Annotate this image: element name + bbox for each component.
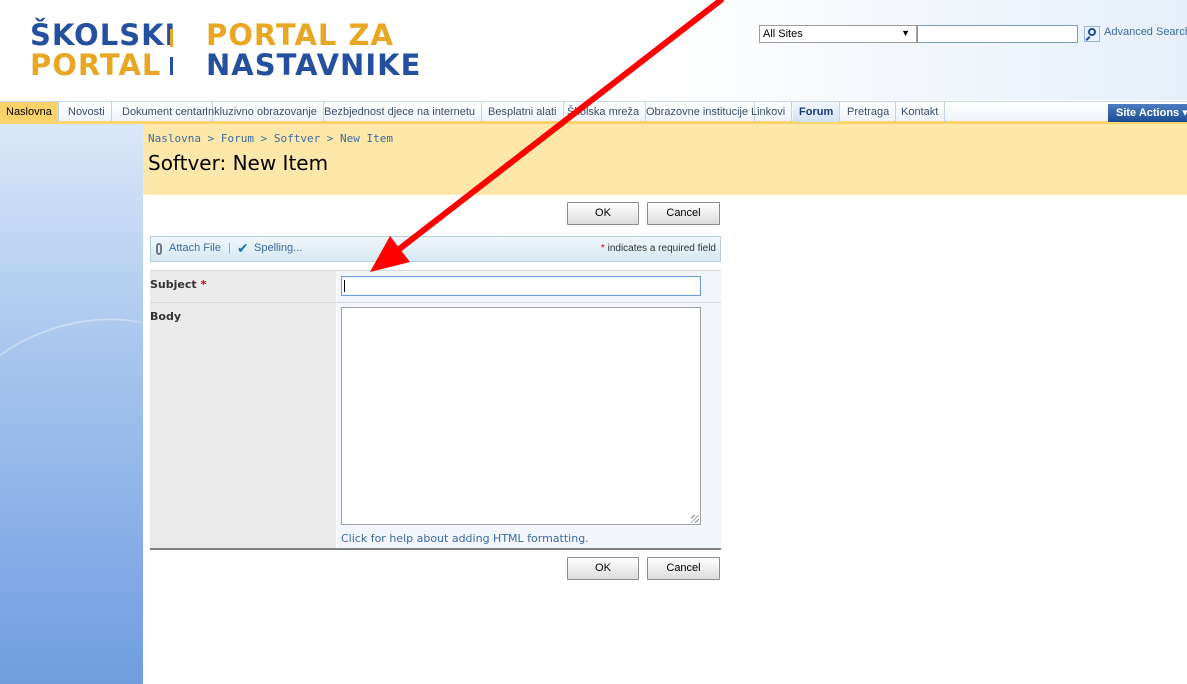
- ok-button-bottom[interactable]: OK: [567, 557, 639, 580]
- logo-line-1: ŠKOLSKI: [30, 18, 177, 52]
- nav-tab-naslovna[interactable]: Naslovna: [0, 102, 59, 122]
- nav-tab-pretraga[interactable]: Pretraga: [841, 102, 897, 122]
- site-header: ŠKOLSKI PORTAL PORTAL ZA NASTAVNIKE All …: [0, 0, 1187, 100]
- dropdown-arrow-icon: ▼: [901, 28, 910, 38]
- cancel-button-top[interactable]: Cancel: [647, 202, 720, 225]
- app-window: ŠKOLSKI PORTAL PORTAL ZA NASTAVNIKE All …: [0, 0, 1187, 684]
- logo-line-4: NASTAVNIKE: [206, 48, 422, 82]
- attach-file-link[interactable]: Attach File: [169, 242, 221, 254]
- spelling-link[interactable]: Spelling...: [254, 242, 302, 254]
- cancel-button-bottom[interactable]: Cancel: [647, 557, 720, 580]
- toolbar-separator: |: [228, 242, 231, 254]
- nav-tab-kontakt[interactable]: Kontakt: [895, 102, 946, 122]
- nav-tab-obrazovne-institucije[interactable]: Obrazovne institucije: [640, 102, 756, 122]
- paperclip-icon: [156, 243, 162, 255]
- subject-required-star: *: [200, 278, 207, 291]
- nav-tab-forum[interactable]: Forum: [793, 102, 841, 122]
- search-input[interactable]: [917, 25, 1078, 43]
- logo-divider-top: [170, 29, 173, 47]
- search-scope-value: All Sites: [763, 28, 803, 40]
- page-title: Softver: New Item: [148, 151, 329, 175]
- body-field-cell: Click for help about adding HTML formatt…: [337, 303, 721, 548]
- nav-tab-novosti[interactable]: Novosti: [62, 102, 112, 122]
- spelling-icon: ✔: [237, 240, 249, 256]
- subject-row: Subject *: [150, 270, 721, 302]
- subject-input[interactable]: [341, 276, 701, 296]
- nav-tab-skolska-mreza[interactable]: Školska mreža: [561, 102, 647, 122]
- required-note-text: indicates a required field: [607, 243, 716, 254]
- left-decorative-panel: [0, 124, 246, 684]
- form-toolbar: Attach File | ✔ Spelling... * indicates …: [150, 236, 721, 262]
- search-icon: [1088, 28, 1096, 36]
- body-label: Body: [150, 303, 336, 548]
- logo-divider-bottom: [170, 57, 173, 75]
- subject-field-cell: [337, 271, 721, 302]
- nav-tab-inkluzivno-obrazovanje[interactable]: Inkluzivno obrazovanje: [199, 102, 324, 122]
- required-field-note: * indicates a required field: [601, 243, 716, 254]
- search-button[interactable]: [1084, 26, 1100, 42]
- search-icon-handle: [1085, 36, 1091, 41]
- resize-grip-icon[interactable]: [691, 515, 699, 523]
- text-cursor: [344, 280, 345, 292]
- body-row: Body Click for help about adding HTML fo…: [150, 302, 721, 548]
- advanced-search-link[interactable]: Advanced Search: [1104, 26, 1187, 38]
- top-navigation: Naslovna Novosti Dokument centar Inkluzi…: [0, 101, 1187, 124]
- breadcrumb[interactable]: Naslovna > Forum > Softver > New Item: [148, 132, 393, 145]
- required-star: *: [600, 243, 605, 254]
- subject-label: Subject *: [150, 271, 336, 302]
- ok-button-top[interactable]: OK: [567, 202, 639, 225]
- html-formatting-help-link[interactable]: Click for help about adding HTML formatt…: [341, 532, 589, 545]
- body-textarea[interactable]: [341, 307, 701, 525]
- logo-line-2: PORTAL: [30, 48, 162, 82]
- site-actions-menu[interactable]: Site Actions ▾: [1108, 104, 1187, 122]
- nav-tab-besplatni-alati[interactable]: Besplatni alati: [482, 102, 564, 122]
- logo-line-3: PORTAL ZA: [206, 18, 394, 52]
- subject-label-text: Subject: [150, 278, 197, 291]
- nav-tab-linkovi[interactable]: Linkovi: [745, 102, 793, 122]
- nav-tab-bezbjednost[interactable]: Bezbjednost djece na internetu: [318, 102, 483, 122]
- form-bottom-divider: [150, 548, 721, 550]
- search-scope-select[interactable]: All Sites ▼: [759, 25, 917, 43]
